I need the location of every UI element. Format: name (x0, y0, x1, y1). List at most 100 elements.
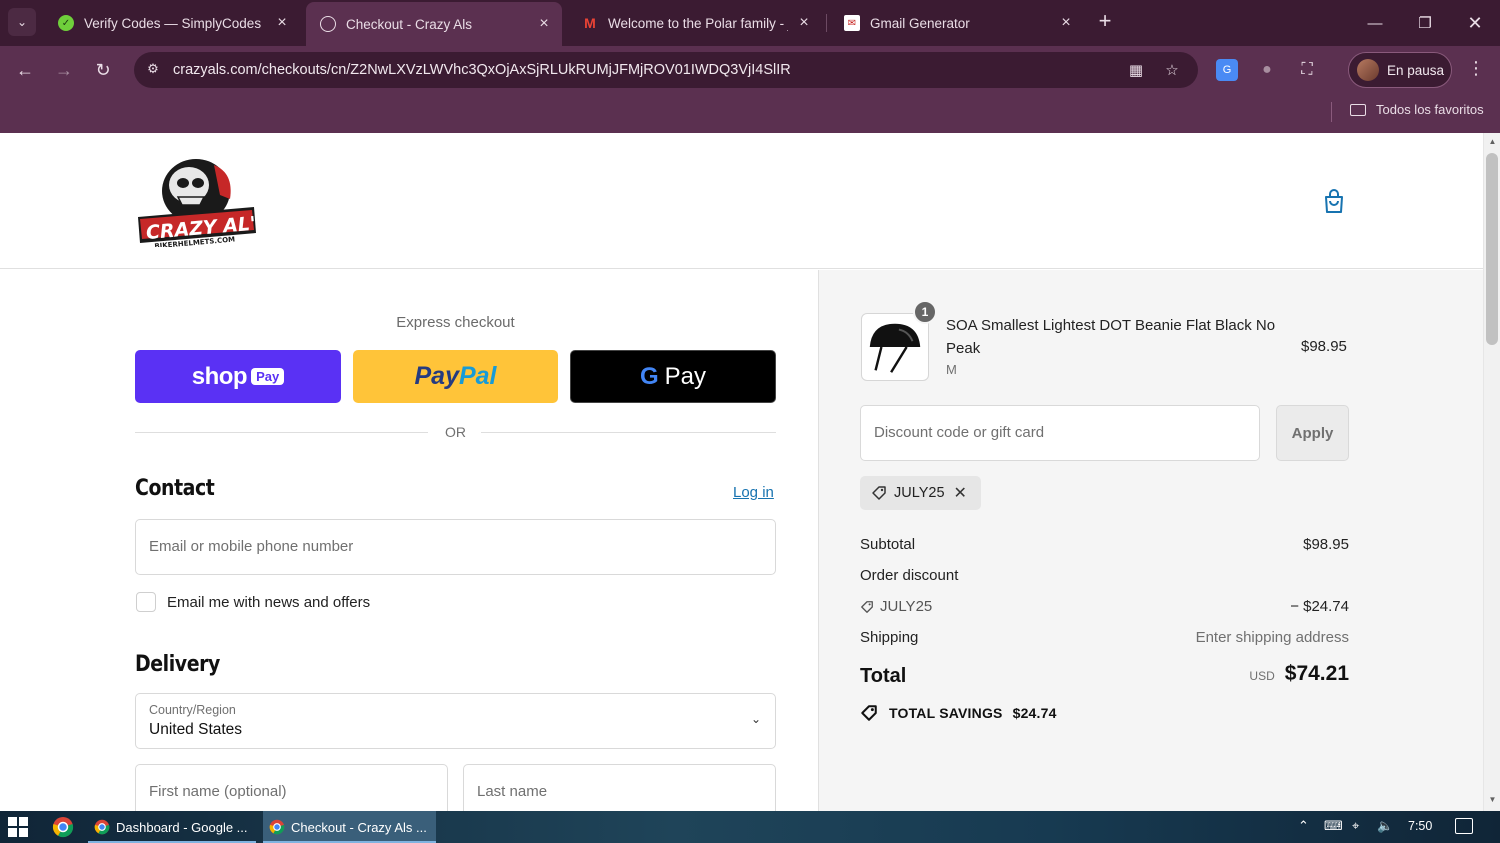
shop-pay-wordmark: shop (191, 362, 248, 390)
country-select[interactable]: Country/Region United States ⌄ (135, 693, 776, 749)
chevron-down-icon: ⌄ (750, 712, 761, 726)
site-settings-icon[interactable]: ⚙ (144, 61, 162, 79)
extensions-puzzle-icon[interactable]: ⛶ (1296, 59, 1318, 81)
paypal-wordmark-part2: Pal (458, 362, 497, 390)
apply-button[interactable]: Apply (1276, 405, 1349, 461)
tab-title: Welcome to the Polar family - jc (608, 15, 788, 31)
new-tab-plus-icon[interactable]: + (1093, 10, 1117, 34)
close-icon[interactable]: × (1058, 15, 1074, 31)
total-savings: TOTAL SAVINGS $24.74 (860, 704, 1057, 722)
total-amount: USD $74.21 (1249, 662, 1349, 686)
divider-line (135, 432, 428, 433)
subtotal-row: Subtotal $98.95 (860, 536, 1349, 553)
order-discount-label: Order discount (860, 567, 959, 584)
translate-icon[interactable]: ▦ (1126, 61, 1146, 81)
discount-code-input[interactable]: Discount code or gift card (860, 405, 1260, 461)
all-bookmarks-button[interactable]: Todos los favoritos (1350, 102, 1484, 117)
discount-value: − $24.74 (1290, 598, 1349, 615)
order-summary: 1 SOA Smallest Lightest DOT Beanie Flat … (818, 270, 1483, 811)
wifi-icon[interactable]: ⌖ (1352, 818, 1359, 834)
bookmarks-bar: Todos los favoritos (0, 94, 1500, 133)
savings-tag-icon (861, 705, 877, 721)
tab-verify-codes[interactable]: ✓ Verify Codes — SimplyCodes × (44, 4, 300, 42)
delivery-heading: Delivery (135, 652, 220, 677)
tab-gmail-generator[interactable]: ✉ Gmail Generator × (830, 4, 1084, 42)
subtotal-value: $98.95 (1303, 536, 1349, 553)
scroll-down-icon[interactable]: ▼ (1484, 795, 1500, 804)
first-name-placeholder: First name (optional) (149, 783, 287, 800)
chrome-icon (269, 819, 285, 835)
divider-line (481, 432, 776, 433)
last-name-field[interactable]: Last name (463, 764, 776, 811)
shipping-value: Enter shipping address (1195, 629, 1349, 646)
first-name-field[interactable]: First name (optional) (135, 764, 448, 811)
profile-button[interactable]: En pausa (1348, 52, 1452, 88)
simplycodes-icon: ✓ (58, 15, 74, 31)
helmet-icon (869, 323, 921, 373)
scrollbar-thumb[interactable] (1486, 153, 1498, 345)
google-translate-extension-icon[interactable]: G (1216, 59, 1238, 81)
bookmark-star-icon[interactable]: ☆ (1162, 61, 1182, 81)
shipping-row: Shipping Enter shipping address (860, 629, 1349, 646)
forward-arrow-icon[interactable]: → (50, 56, 78, 84)
all-bookmarks-label: Todos los favoritos (1376, 102, 1484, 117)
newsletter-checkbox[interactable] (136, 592, 156, 612)
browser-toolbar: ← → ↻ ⚙ crazyals.com/checkouts/cn/Z2NwLX… (0, 46, 1500, 94)
product-price: $98.95 (1301, 338, 1347, 355)
tab-title: Gmail Generator (870, 15, 970, 31)
tab-polar-welcome[interactable]: M Welcome to the Polar family - jc × (568, 4, 822, 42)
applied-discount-chip: JULY25 ✕ (860, 476, 981, 510)
back-arrow-icon[interactable]: ← (11, 56, 39, 84)
total-currency: USD (1249, 669, 1275, 683)
scroll-up-icon[interactable]: ▲ (1484, 137, 1500, 146)
taskbar-item-checkout[interactable]: Checkout - Crazy Als ... (263, 811, 436, 843)
shop-pay-button[interactable]: shop Pay (135, 350, 341, 403)
email-field[interactable]: Email or mobile phone number (135, 519, 776, 575)
subtotal-label: Subtotal (860, 536, 916, 553)
url-text[interactable]: crazyals.com/checkouts/cn/Z2NwLXVzLWVhc3… (173, 62, 791, 78)
keyboard-input-icon[interactable]: ⌨ (1324, 818, 1343, 834)
savings-label: TOTAL SAVINGS (889, 705, 1003, 721)
product-name: SOA Smallest Lightest DOT Beanie Flat Bl… (946, 317, 1276, 357)
more-menu-icon[interactable]: ⋮ (1466, 58, 1486, 82)
newsletter-option[interactable]: Email me with news and offers (136, 592, 370, 612)
address-bar[interactable]: ⚙ crazyals.com/checkouts/cn/Z2NwLXVzLWVh… (134, 52, 1198, 88)
paypal-button[interactable]: Pay Pal (353, 350, 558, 403)
close-icon[interactable]: × (274, 15, 290, 31)
quantity-badge: 1 (913, 300, 937, 324)
checkout-header: CRAZY AL'S BIKERHELMETS.COM (0, 133, 1483, 269)
windows-taskbar: Dashboard - Google ... Checkout - Crazy … (0, 811, 1500, 843)
google-pay-button[interactable]: G Pay (570, 350, 776, 403)
tag-icon (861, 600, 873, 613)
reload-icon[interactable]: ↻ (89, 56, 117, 84)
close-icon[interactable]: × (796, 15, 812, 31)
windows-start-icon[interactable] (8, 817, 30, 837)
savings-value: $24.74 (1012, 705, 1057, 721)
applied-code-text: JULY25 (894, 485, 945, 501)
notifications-icon[interactable] (1455, 818, 1473, 834)
tray-chevron-up-icon[interactable]: ⌃ (1298, 818, 1309, 834)
crazy-als-logo[interactable]: CRAZY AL'S BIKERHELMETS.COM (134, 155, 258, 247)
close-icon[interactable]: × (536, 16, 552, 32)
chrome-taskbar-icon[interactable] (52, 816, 74, 838)
minimize-icon[interactable]: — (1352, 8, 1398, 38)
page-scrollbar[interactable]: ▲ ▼ (1483, 133, 1500, 811)
log-in-link[interactable]: Log in (733, 484, 774, 501)
tab-checkout[interactable]: Checkout - Crazy Als × (306, 2, 562, 46)
taskbar-item-dashboard[interactable]: Dashboard - Google ... (88, 811, 256, 843)
tab-title: Verify Codes — SimplyCodes (84, 15, 262, 31)
volume-icon[interactable]: 🔈 (1377, 818, 1393, 834)
restore-window-icon[interactable]: ❐ (1402, 8, 1448, 38)
product-thumbnail (861, 313, 929, 381)
tab-title: Checkout - Crazy Als (346, 16, 473, 32)
newsletter-label: Email me with news and offers (167, 593, 371, 611)
close-window-icon[interactable]: ✕ (1452, 8, 1498, 38)
taskbar-clock[interactable]: 7:50 (1408, 819, 1432, 833)
remove-code-close-icon[interactable]: ✕ (954, 483, 967, 503)
total-value: $74.21 (1284, 662, 1349, 685)
express-checkout-title: Express checkout (396, 314, 515, 331)
google-pay-label: Pay (664, 362, 707, 390)
extension-puzzle-grey-icon[interactable]: ● (1256, 59, 1278, 81)
shopping-bag-icon[interactable] (1322, 189, 1346, 215)
tab-search-chevron-icon[interactable]: ⌄ (8, 8, 36, 36)
